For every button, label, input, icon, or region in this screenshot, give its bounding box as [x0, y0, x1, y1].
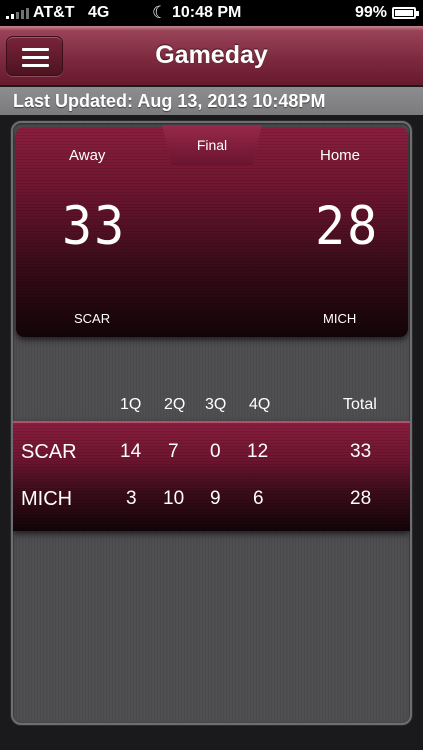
- moon-icon: ☾: [152, 3, 168, 22]
- game-panel: Final Away Home 33 28 SCAR MICH 1Q 2Q 3Q…: [11, 121, 412, 725]
- cell-q1: 3: [126, 488, 137, 509]
- battery-icon: [392, 7, 419, 19]
- line-score-table: SCAR 14 7 0 12 33 MICH 3 10 9 6 28: [13, 421, 410, 531]
- cell-q2: 7: [168, 441, 179, 462]
- cell-q3: 9: [210, 488, 221, 509]
- carrier-name: AT&T: [33, 4, 75, 21]
- header-2q: 2Q: [164, 396, 186, 413]
- cell-q1: 14: [120, 441, 142, 462]
- signal-icon: [6, 5, 29, 19]
- cell-q3: 0: [210, 441, 221, 462]
- cell-q2: 10: [163, 488, 185, 509]
- away-team-code: SCAR: [74, 311, 111, 326]
- cell-q4: 12: [247, 441, 269, 462]
- cell-total: 28: [350, 488, 372, 509]
- scoreboard: Final Away Home 33 28 SCAR MICH: [16, 125, 408, 337]
- last-updated-label: Last Updated: Aug 13, 2013 10:48PM: [0, 87, 423, 115]
- row-team: MICH: [21, 488, 73, 510]
- nav-bar: Gameday: [0, 26, 423, 86]
- line-score-row-home: MICH 3 10 9 6 28: [13, 488, 410, 528]
- row-team: SCAR: [21, 441, 77, 463]
- away-score: 33: [62, 195, 127, 257]
- home-label: Home: [320, 147, 361, 164]
- status-time: 10:48 PM: [172, 4, 242, 21]
- header-total: Total: [343, 396, 377, 413]
- away-label: Away: [69, 147, 106, 164]
- page-title: Gameday: [155, 41, 268, 69]
- cell-q4: 6: [253, 488, 264, 509]
- status-bar: AT&T 4G ☾ 10:48 PM 99%: [0, 0, 423, 26]
- network-type: 4G: [88, 4, 110, 21]
- battery-percent: 99%: [354, 4, 387, 21]
- home-score: 28: [315, 195, 380, 257]
- cell-total: 33: [350, 441, 372, 462]
- home-team-code: MICH: [323, 311, 357, 326]
- header-3q: 3Q: [205, 396, 227, 413]
- line-score-row-away: SCAR 14 7 0 12 33: [13, 441, 410, 481]
- game-status: Final: [196, 137, 228, 153]
- header-1q: 1Q: [120, 396, 142, 413]
- header-4q: 4Q: [249, 396, 271, 413]
- game-status-tab: Final: [162, 125, 262, 165]
